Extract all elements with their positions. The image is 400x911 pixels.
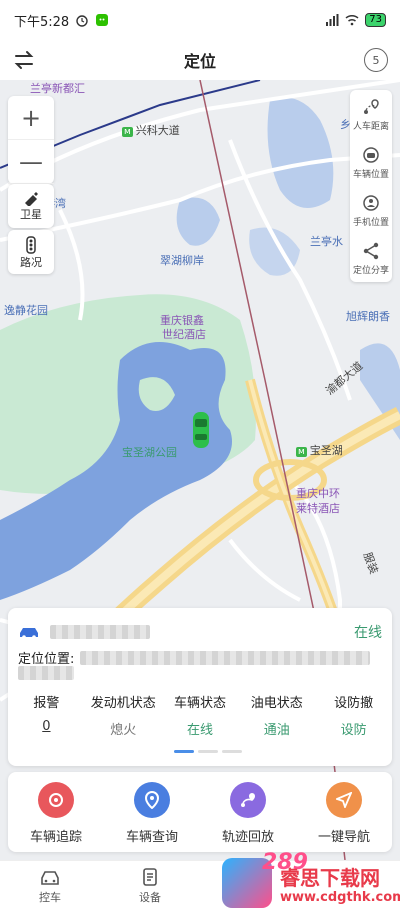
- car-control-icon: [41, 870, 59, 885]
- phone-location-icon: [363, 194, 379, 211]
- stat-fuel: 油电状态 通油: [250, 696, 303, 738]
- traffic-light-icon: [26, 236, 36, 254]
- nav-device[interactable]: 设备: [100, 861, 200, 911]
- wifi-icon: [345, 14, 359, 26]
- map-label-park: 宝圣湖公园: [122, 446, 177, 459]
- zoom-in-button[interactable]: +: [8, 96, 54, 140]
- vehicle-info-card: 在线 定位位置: 报警 0 发动机状态 熄火 车辆状态 在线 油电状态 通油 设…: [8, 608, 392, 766]
- map-label-hotel: 重庆中环: [296, 487, 340, 500]
- map-label-metro-station: ᴍ 兴科大道: [122, 124, 180, 137]
- map-label-hotel: 莱特酒店: [296, 502, 340, 515]
- status-bar: 下午5:28 73: [0, 0, 400, 40]
- target-icon: [38, 782, 74, 818]
- distance-icon: [364, 98, 379, 114]
- stat-alarm[interactable]: 报警 0: [8, 692, 85, 738]
- car-icon: [20, 628, 38, 639]
- location-label: 定位位置:: [18, 652, 75, 667]
- watermark-logo: 289 睿思下载网 www.cdgthk.com: [222, 850, 400, 911]
- distance-button[interactable]: 人车距离: [350, 90, 392, 138]
- stat-engine: 发动机状态 熄火: [90, 696, 156, 738]
- map-label-district: 兰亭水: [310, 235, 343, 248]
- share-icon: [363, 242, 379, 259]
- share-location-button[interactable]: 定位分享: [350, 234, 392, 282]
- zoom-out-button[interactable]: —: [8, 140, 54, 184]
- battery-indicator: 73: [365, 13, 386, 27]
- satellite-toggle-button[interactable]: 卫星: [8, 184, 54, 228]
- pin-icon: [134, 782, 170, 818]
- wechat-icon: [96, 14, 109, 26]
- map-label-district: 翠湖柳岸: [160, 254, 204, 267]
- stat-vehicle: 车辆状态 在线: [173, 696, 226, 738]
- plate-number-blurred: [50, 625, 150, 639]
- device-icon: [143, 867, 157, 886]
- map-label-hotel: 世纪酒店: [162, 328, 206, 341]
- satellite-icon: [25, 192, 38, 206]
- action-panel: 车辆追踪 车辆查询 轨迹回放 一键导航: [8, 772, 392, 852]
- online-status: 在线: [354, 625, 382, 641]
- alarm-icon: [76, 15, 88, 27]
- page-indicator: [174, 750, 242, 753]
- app-header: 定位 5: [0, 40, 400, 80]
- location-address-blurred: [80, 650, 371, 665]
- playback-button[interactable]: 轨迹回放: [200, 772, 296, 852]
- traffic-toggle-button[interactable]: 路况: [8, 230, 54, 274]
- map-label-landmark: 兰亭新都汇: [30, 82, 85, 95]
- phone-location-button[interactable]: 手机位置: [350, 186, 392, 234]
- satellite-label: 卫星: [20, 208, 42, 221]
- signal-icon: [326, 14, 339, 26]
- location-row-continued: [18, 666, 74, 684]
- map-label-metro-station: ᴍ 宝圣湖: [296, 444, 343, 457]
- navigate-button[interactable]: 一键导航: [296, 772, 392, 852]
- map-label-district: 旭辉朗香: [346, 310, 390, 323]
- track-button[interactable]: 车辆追踪: [8, 772, 104, 852]
- query-button[interactable]: 车辆查询: [104, 772, 200, 852]
- navigate-icon: [326, 782, 362, 818]
- stat-arm: 设防撤 设防: [334, 696, 374, 738]
- vehicle-stats: 报警 0 发动机状态 熄火 车辆状态 在线 油电状态 通油 设防撤 设防: [8, 692, 392, 738]
- map-tools-panel: 人车距离 车辆位置 手机位置 定位分享: [350, 90, 392, 282]
- traffic-label: 路况: [20, 256, 42, 269]
- car-marker-icon[interactable]: [190, 410, 212, 450]
- zoom-controls: + —: [8, 96, 54, 184]
- status-time: 下午5:28: [14, 14, 70, 30]
- car-location-icon: [363, 146, 379, 163]
- page-title: 定位: [183, 52, 216, 71]
- car-location-button[interactable]: 车辆位置: [350, 138, 392, 186]
- route-icon: [230, 782, 266, 818]
- switch-icon[interactable]: [12, 48, 36, 72]
- nav-car-control[interactable]: 控车: [0, 861, 100, 911]
- location-row: 定位位置:: [18, 648, 371, 667]
- map-label-district: 逸静花园: [4, 304, 48, 317]
- refresh-countdown-button[interactable]: 5: [364, 48, 388, 72]
